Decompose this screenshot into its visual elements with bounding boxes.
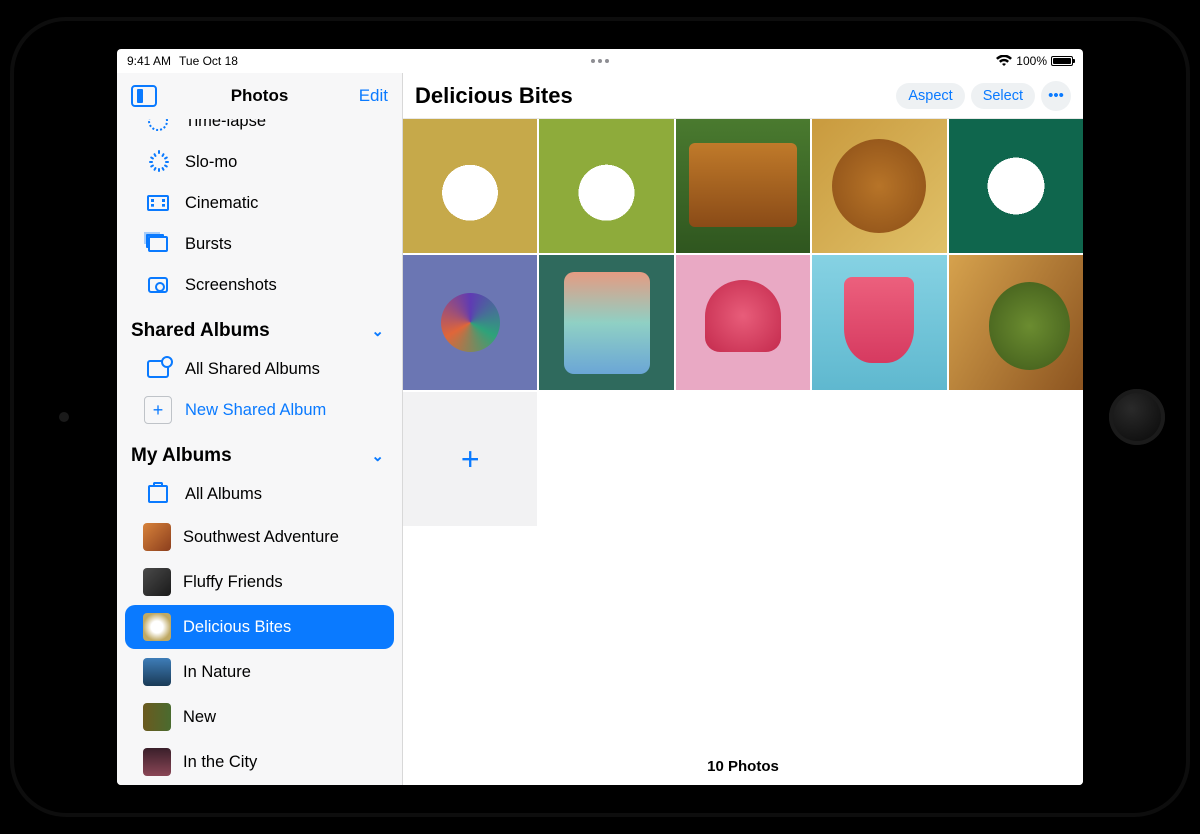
sidebar-item-label: Slo-mo bbox=[185, 153, 237, 172]
screen: 9:41 AM Tue Oct 18 100% Photos bbox=[117, 49, 1083, 785]
select-button[interactable]: Select bbox=[971, 83, 1035, 109]
photo-tile[interactable] bbox=[812, 255, 946, 389]
sidebar-item-label: New Shared Album bbox=[185, 401, 326, 420]
chevron-down-icon: ⌄ bbox=[371, 322, 384, 340]
all-albums-icon bbox=[148, 485, 168, 503]
status-bar: 9:41 AM Tue Oct 18 100% bbox=[117, 49, 1083, 73]
sidebar-item-label: Cinematic bbox=[185, 194, 258, 213]
sidebar-item-album-delicious[interactable]: Delicious Bites bbox=[125, 605, 394, 649]
main-content: Delicious Bites Aspect Select ••• bbox=[403, 73, 1083, 785]
sidebar-item-label: Time-lapse bbox=[185, 119, 266, 131]
sidebar-item-album-fluffy[interactable]: Fluffy Friends bbox=[125, 560, 394, 604]
album-thumbnail bbox=[143, 703, 171, 731]
sidebar-item-timelapse[interactable]: Time-lapse bbox=[125, 119, 394, 141]
album-thumbnail bbox=[143, 523, 171, 551]
more-button[interactable]: ••• bbox=[1041, 81, 1071, 111]
ellipsis-icon: ••• bbox=[1048, 87, 1064, 104]
sidebar-item-label: In Nature bbox=[183, 663, 251, 682]
sidebar-item-label: Bursts bbox=[185, 235, 232, 254]
sidebar-item-label: Fluffy Friends bbox=[183, 573, 283, 592]
section-label: Shared Albums bbox=[131, 320, 270, 342]
bursts-icon bbox=[148, 236, 168, 252]
edit-button[interactable]: Edit bbox=[359, 86, 388, 106]
front-camera bbox=[59, 412, 69, 422]
sidebar: Photos Edit Time-lapse bbox=[117, 73, 403, 785]
battery-icon bbox=[1051, 56, 1073, 66]
timelapse-icon bbox=[148, 119, 168, 131]
photos-app: Photos Edit Time-lapse bbox=[117, 73, 1083, 785]
photo-count: 10 Photos bbox=[403, 744, 1083, 785]
photo-tile[interactable] bbox=[403, 255, 537, 389]
shared-albums-header[interactable]: Shared Albums ⌄ bbox=[117, 306, 402, 348]
photo-tile[interactable] bbox=[812, 119, 946, 253]
wifi-icon bbox=[996, 55, 1012, 70]
sidebar-toggle-icon[interactable] bbox=[131, 85, 157, 107]
album-thumbnail bbox=[143, 613, 171, 641]
screenshots-icon bbox=[148, 277, 168, 293]
sidebar-item-label: Delicious Bites bbox=[183, 618, 291, 637]
bezel-left bbox=[10, 17, 117, 817]
album-thumbnail bbox=[143, 658, 171, 686]
sidebar-item-all-shared[interactable]: All Shared Albums bbox=[125, 349, 394, 389]
sidebar-header: Photos Edit bbox=[117, 73, 402, 119]
photo-tile[interactable] bbox=[539, 255, 673, 389]
aspect-button[interactable]: Aspect bbox=[896, 83, 964, 109]
photo-tile[interactable] bbox=[676, 119, 810, 253]
sidebar-item-screenshots[interactable]: Screenshots bbox=[125, 265, 394, 305]
album-thumbnail bbox=[143, 568, 171, 596]
album-title: Delicious Bites bbox=[415, 83, 573, 109]
slomo-icon bbox=[148, 152, 168, 172]
chevron-down-icon: ⌄ bbox=[371, 447, 384, 465]
photo-tile[interactable] bbox=[539, 119, 673, 253]
add-photo-tile[interactable]: + bbox=[403, 392, 537, 526]
sidebar-title: Photos bbox=[231, 86, 289, 106]
sidebar-item-cinematic[interactable]: Cinematic bbox=[125, 183, 394, 223]
sidebar-item-all-albums[interactable]: All Albums bbox=[125, 474, 394, 514]
status-date: Tue Oct 18 bbox=[179, 54, 238, 68]
plus-icon: + bbox=[461, 441, 480, 478]
sidebar-item-album-new[interactable]: New bbox=[125, 695, 394, 739]
multitask-dots[interactable] bbox=[591, 59, 609, 63]
album-thumbnail bbox=[143, 748, 171, 776]
plus-icon: + bbox=[144, 396, 172, 424]
my-albums-header[interactable]: My Albums ⌄ bbox=[117, 431, 402, 473]
bezel-right bbox=[1083, 17, 1190, 817]
sidebar-scroll[interactable]: Time-lapse bbox=[117, 119, 402, 785]
sidebar-item-label: Southwest Adventure bbox=[183, 528, 339, 547]
sidebar-item-album-city[interactable]: In the City bbox=[125, 740, 394, 784]
shared-albums-icon bbox=[147, 360, 169, 378]
battery-percent: 100% bbox=[1016, 54, 1047, 68]
sidebar-item-bursts[interactable]: Bursts bbox=[125, 224, 394, 264]
photo-tile[interactable] bbox=[676, 255, 810, 389]
sidebar-item-label: In the City bbox=[183, 753, 257, 772]
sidebar-item-slomo[interactable]: Slo-mo bbox=[125, 142, 394, 182]
cinematic-icon bbox=[147, 195, 169, 211]
sidebar-item-album-nature[interactable]: In Nature bbox=[125, 650, 394, 694]
main-header: Delicious Bites Aspect Select ••• bbox=[403, 73, 1083, 119]
photo-tile[interactable] bbox=[403, 119, 537, 253]
sidebar-item-label: All Albums bbox=[185, 485, 262, 504]
photo-tile[interactable] bbox=[949, 255, 1083, 389]
photo-grid: + bbox=[403, 119, 1083, 526]
sidebar-item-album-southwest[interactable]: Southwest Adventure bbox=[125, 515, 394, 559]
sidebar-item-new-shared[interactable]: + New Shared Album bbox=[125, 390, 394, 430]
sidebar-item-label: New bbox=[183, 708, 216, 727]
sidebar-item-label: All Shared Albums bbox=[185, 360, 320, 379]
sidebar-item-label: Screenshots bbox=[185, 276, 277, 295]
section-label: My Albums bbox=[131, 445, 232, 467]
ipad-frame: 9:41 AM Tue Oct 18 100% Photos bbox=[10, 17, 1190, 817]
home-button[interactable] bbox=[1109, 389, 1165, 445]
status-time: 9:41 AM bbox=[127, 54, 171, 68]
photo-tile[interactable] bbox=[949, 119, 1083, 253]
